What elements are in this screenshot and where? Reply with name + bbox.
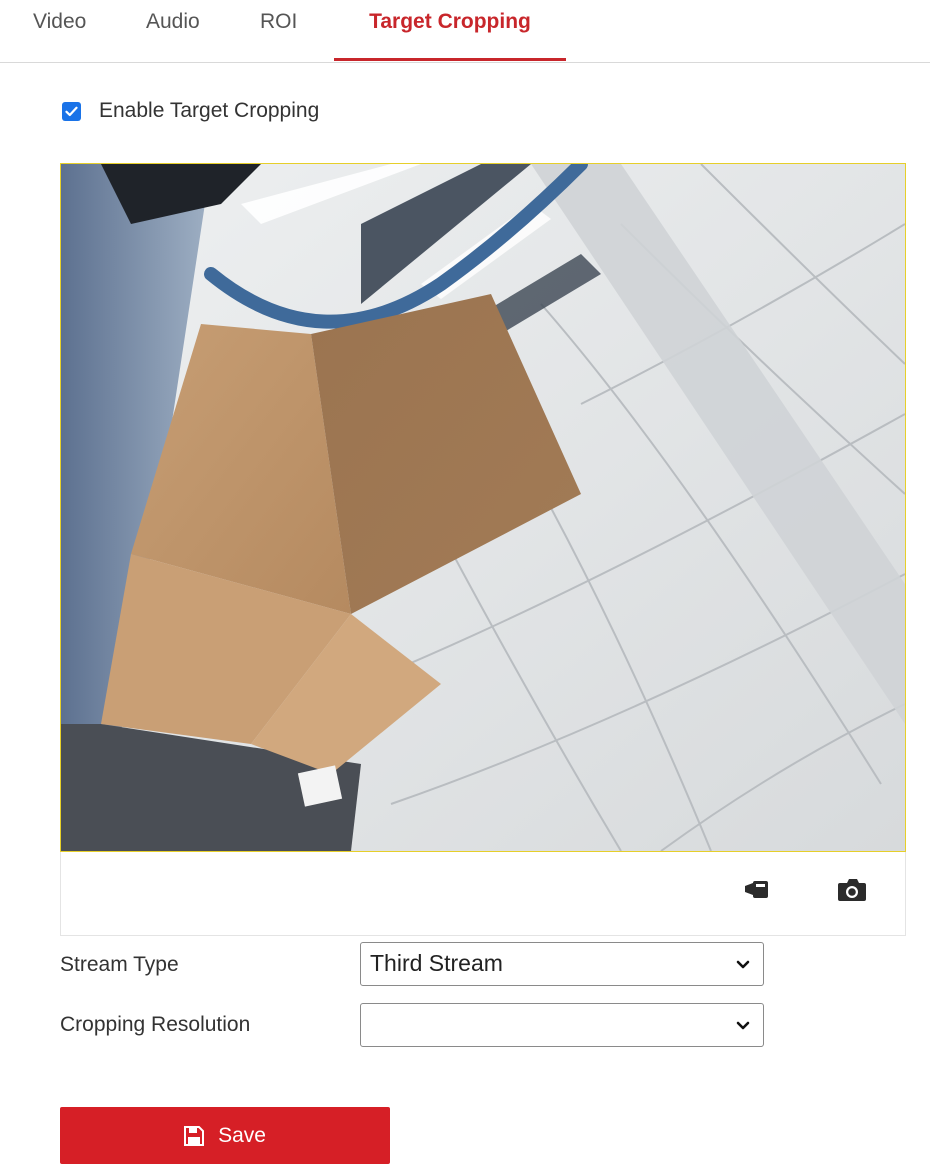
tab-target-cropping[interactable]: Target Cropping xyxy=(334,0,566,61)
video-frame xyxy=(61,164,905,851)
floppy-disk-icon xyxy=(184,1125,205,1146)
save-label: Save xyxy=(218,1123,266,1147)
target-cropping-page: Video Audio ROI Target Cropping Enable T… xyxy=(0,0,930,1164)
enable-target-cropping-checkbox[interactable] xyxy=(62,101,81,121)
cropping-resolution-select[interactable] xyxy=(360,1003,764,1047)
save-button[interactable]: Save xyxy=(60,1107,390,1164)
enable-target-cropping-label: Enable Target Cropping xyxy=(99,99,320,122)
stream-type-value: Third Stream xyxy=(370,950,503,976)
record-camera-icon[interactable] xyxy=(745,878,769,905)
live-video-preview[interactable] xyxy=(60,163,906,852)
stream-type-select[interactable]: Third Stream xyxy=(360,942,764,986)
tab-audio[interactable]: Audio xyxy=(146,0,200,61)
enable-target-cropping-row: Enable Target Cropping xyxy=(62,96,319,126)
tab-video[interactable]: Video xyxy=(33,0,86,61)
tab-bar: Video Audio ROI Target Cropping xyxy=(0,0,930,63)
chevron-down-icon xyxy=(736,1018,750,1036)
checkmark-icon xyxy=(65,106,78,116)
preview-toolbar xyxy=(60,852,906,936)
tab-roi[interactable]: ROI xyxy=(260,0,297,61)
camera-snapshot-icon[interactable] xyxy=(837,878,867,907)
chevron-down-icon xyxy=(736,957,750,975)
stream-type-label: Stream Type xyxy=(60,953,179,976)
cropping-resolution-label: Cropping Resolution xyxy=(60,1013,251,1036)
